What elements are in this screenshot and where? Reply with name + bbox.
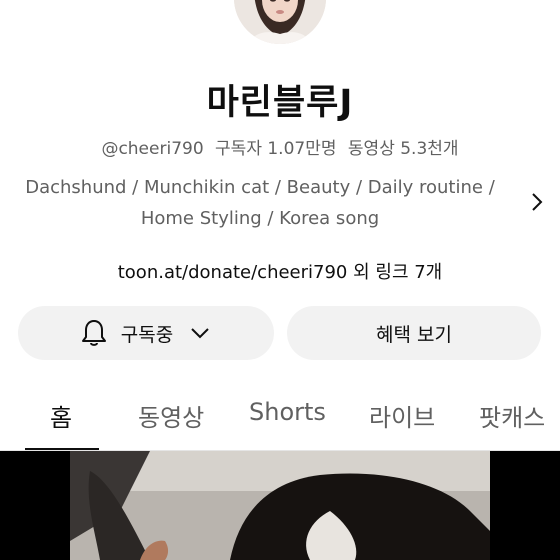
benefits-label: 혜택 보기: [376, 323, 452, 346]
channel-tabs: 홈 동영상 Shorts 라이브 팟캐스: [0, 388, 560, 451]
tab-podcasts[interactable]: 팟캐스: [479, 398, 545, 433]
description-line: Dachshund / Munchikin cat / Beauty / Dai…: [25, 177, 495, 198]
chevron-right-icon[interactable]: [525, 190, 549, 214]
tab-home[interactable]: 홈: [50, 398, 72, 433]
description-line: Home Styling / Korea song: [140, 208, 380, 229]
chevron-down-icon: [191, 328, 209, 339]
video-count: 동영상 5.3천개: [347, 139, 459, 159]
channel-avatar[interactable]: [234, 0, 326, 44]
subscriber-count: 구독자 1.07만명: [215, 139, 337, 159]
video-thumbnail: [0, 451, 560, 560]
avatar-image: [234, 0, 326, 44]
tab-live[interactable]: 라이브: [369, 398, 435, 433]
channel-description[interactable]: Dachshund / Munchikin cat / Beauty / Dai…: [0, 172, 520, 234]
subscribed-button[interactable]: 구독중: [18, 306, 274, 360]
tab-videos[interactable]: 동영상: [138, 398, 204, 433]
tab-shorts[interactable]: Shorts: [249, 398, 326, 426]
subscribed-label: 구독중: [120, 323, 174, 346]
channel-link[interactable]: toon.at/donate/cheeri790 외 링크 7개: [0, 258, 560, 284]
channel-name: 마린블루J: [206, 83, 354, 123]
channel-meta: @cheeri790 구독자 1.07만명 동영상 5.3천개: [0, 134, 560, 159]
featured-video[interactable]: [0, 451, 560, 560]
bell-icon: [81, 320, 106, 346]
channel-handle: @cheeri790: [101, 139, 204, 159]
view-benefits-button[interactable]: 혜택 보기: [287, 306, 541, 360]
